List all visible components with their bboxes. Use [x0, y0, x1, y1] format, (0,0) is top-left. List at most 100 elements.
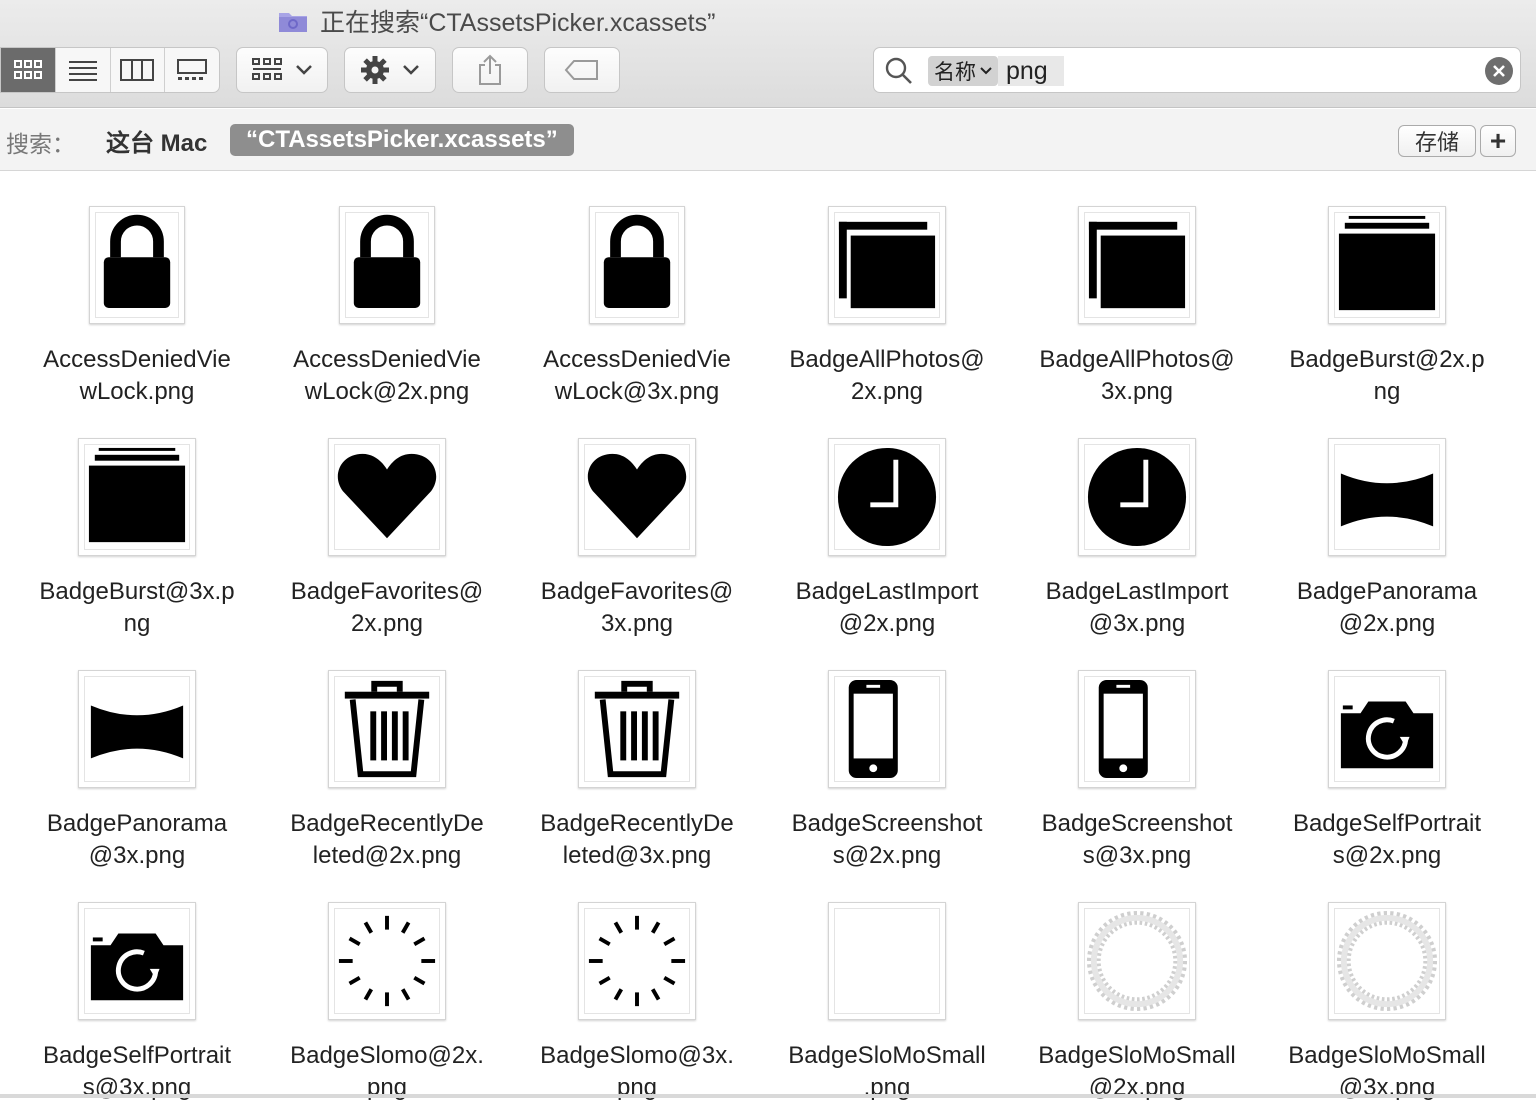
file-name[interactable]: BadgeAllPhotos@ 2x.png [762, 344, 1012, 408]
file-name[interactable]: BadgeLastImport @3x.png [1012, 576, 1262, 640]
share-button[interactable] [452, 47, 528, 93]
file-thumbnail[interactable] [1328, 438, 1446, 556]
file-thumbnail[interactable] [78, 438, 196, 556]
list-view-icon [68, 61, 97, 81]
file-thumbnail[interactable] [828, 206, 946, 324]
file-name[interactable]: BadgePanorama @2x.png [1262, 576, 1512, 640]
file-name-line: BadgeLastImport [1045, 578, 1229, 605]
file-item[interactable]: BadgeSlomo@3x. png [512, 884, 762, 1116]
file-name[interactable]: BadgeLastImport @2x.png [762, 576, 1012, 640]
share-icon [479, 54, 501, 85]
chevron-down-icon [980, 67, 992, 75]
heart-icon [334, 444, 440, 550]
file-thumbnail[interactable] [328, 438, 446, 556]
file-name-line: AccessDeniedVie [543, 346, 731, 373]
file-item[interactable]: AccessDeniedVie wLock@2x.png [262, 188, 512, 420]
file-name[interactable]: AccessDeniedVie wLock.png [12, 344, 262, 408]
file-thumbnail[interactable] [578, 902, 696, 1020]
search-field-token[interactable]: 名称 [928, 56, 998, 86]
file-name[interactable]: BadgePanorama @3x.png [12, 808, 262, 872]
action-button[interactable] [344, 47, 436, 93]
file-name[interactable]: AccessDeniedVie wLock@3x.png [512, 344, 762, 408]
file-thumbnail[interactable] [1078, 206, 1196, 324]
list-view-button[interactable] [56, 48, 111, 92]
file-name[interactable]: BadgeFavorites@ 3x.png [512, 576, 762, 640]
file-thumbnail[interactable] [578, 670, 696, 788]
gallery-view-button[interactable] [165, 48, 219, 92]
scope-current-folder[interactable]: “CTAssetsPicker.xcassets” [230, 124, 574, 156]
file-name-line: @3x.png [88, 842, 186, 869]
file-name[interactable]: BadgeFavorites@ 2x.png [262, 576, 512, 640]
scope-this-mac[interactable]: 这台 Mac [106, 123, 207, 158]
file-name[interactable]: BadgeBurst@3x.p ng [12, 576, 262, 640]
file-item[interactable]: BadgePanorama @3x.png [12, 652, 262, 884]
file-thumbnail[interactable] [1078, 438, 1196, 556]
file-item[interactable]: BadgeFavorites@ 2x.png [262, 420, 512, 652]
file-item[interactable]: BadgeScreenshot s@3x.png [1012, 652, 1262, 884]
file-thumbnail[interactable] [1328, 670, 1446, 788]
file-thumbnail[interactable] [1078, 902, 1196, 1020]
file-name[interactable]: BadgeSelfPortrait s@2x.png [1262, 808, 1512, 872]
save-search-button[interactable]: 存储 [1398, 125, 1476, 157]
file-item[interactable]: BadgeSlomo@2x. png [262, 884, 512, 1116]
file-item[interactable]: BadgeSelfPortrait s@3x.png [12, 884, 262, 1116]
window-title-text: 正在搜索“CTAssetsPicker.xcassets” [320, 9, 716, 37]
file-item[interactable]: AccessDeniedVie wLock@3x.png [512, 188, 762, 420]
column-view-button[interactable] [111, 48, 166, 92]
add-criteria-button[interactable]: + [1480, 125, 1516, 157]
lock-icon [95, 212, 179, 318]
slomo-ring-icon [1084, 908, 1190, 1014]
file-thumbnail[interactable] [328, 670, 446, 788]
file-item[interactable]: BadgePanorama @2x.png [1262, 420, 1512, 652]
icon-view-button[interactable] [1, 48, 56, 92]
file-item[interactable]: BadgeSloMoSmall @3x.png [1262, 884, 1512, 1116]
file-item[interactable]: BadgeRecentlyDe leted@3x.png [512, 652, 762, 884]
file-name[interactable]: BadgeAllPhotos@ 3x.png [1012, 344, 1262, 408]
clear-search-button[interactable] [1485, 57, 1513, 85]
file-thumbnail[interactable] [328, 902, 446, 1020]
file-thumbnail[interactable] [1328, 206, 1446, 324]
file-name-line: s@3x.png [82, 1074, 192, 1101]
file-item[interactable]: BadgeLastImport @3x.png [1012, 420, 1262, 652]
file-thumbnail[interactable] [828, 438, 946, 556]
file-item[interactable]: BadgeSloMoSmall @2x.png [1012, 884, 1262, 1116]
file-thumbnail[interactable] [578, 438, 696, 556]
file-thumbnail[interactable] [78, 902, 196, 1020]
file-item[interactable]: BadgeBurst@2x.p ng [1262, 188, 1512, 420]
file-name[interactable]: BadgeRecentlyDe leted@2x.png [262, 808, 512, 872]
phone-icon [834, 676, 940, 782]
file-item[interactable]: BadgeRecentlyDe leted@2x.png [262, 652, 512, 884]
file-name-line: BadgeAllPhotos@ [1039, 346, 1235, 373]
file-thumbnail[interactable] [89, 206, 185, 324]
file-item[interactable]: BadgeFavorites@ 3x.png [512, 420, 762, 652]
file-thumbnail[interactable] [339, 206, 435, 324]
file-item[interactable]: BadgeSelfPortrait s@2x.png [1262, 652, 1512, 884]
file-thumbnail[interactable] [1078, 670, 1196, 788]
search-query[interactable]: png [998, 56, 1064, 86]
file-item[interactable]: BadgeAllPhotos@ 3x.png [1012, 188, 1262, 420]
file-name[interactable]: BadgeBurst@2x.p ng [1262, 344, 1512, 408]
file-name[interactable]: AccessDeniedVie wLock@2x.png [262, 344, 512, 408]
file-item[interactable]: AccessDeniedVie wLock.png [12, 188, 262, 420]
file-name[interactable]: BadgeRecentlyDe leted@3x.png [512, 808, 762, 872]
file-thumbnail[interactable] [828, 670, 946, 788]
file-name-line: BadgePanorama [46, 810, 228, 837]
file-thumbnail[interactable] [78, 670, 196, 788]
file-thumbnail[interactable] [828, 902, 946, 1020]
file-thumbnail[interactable] [1328, 902, 1446, 1020]
file-item[interactable]: BadgeScreenshot s@2x.png [762, 652, 1012, 884]
file-name-line: @2x.png [838, 610, 936, 637]
smart-folder-icon [278, 9, 308, 33]
tag-button[interactable] [544, 47, 620, 93]
file-item[interactable]: BadgeAllPhotos@ 2x.png [762, 188, 1012, 420]
file-name[interactable]: BadgeScreenshot s@3x.png [1012, 808, 1262, 872]
file-item[interactable]: BadgeBurst@3x.p ng [12, 420, 262, 652]
tag-icon [564, 60, 598, 80]
search-icon [885, 57, 912, 84]
file-item[interactable]: BadgeSloMoSmall .png [762, 884, 1012, 1116]
file-thumbnail[interactable] [589, 206, 685, 324]
file-item[interactable]: BadgeLastImport @2x.png [762, 420, 1012, 652]
search-field[interactable]: 名称 png [873, 47, 1521, 93]
file-name[interactable]: BadgeScreenshot s@2x.png [762, 808, 1012, 872]
group-by-button[interactable] [236, 47, 328, 93]
